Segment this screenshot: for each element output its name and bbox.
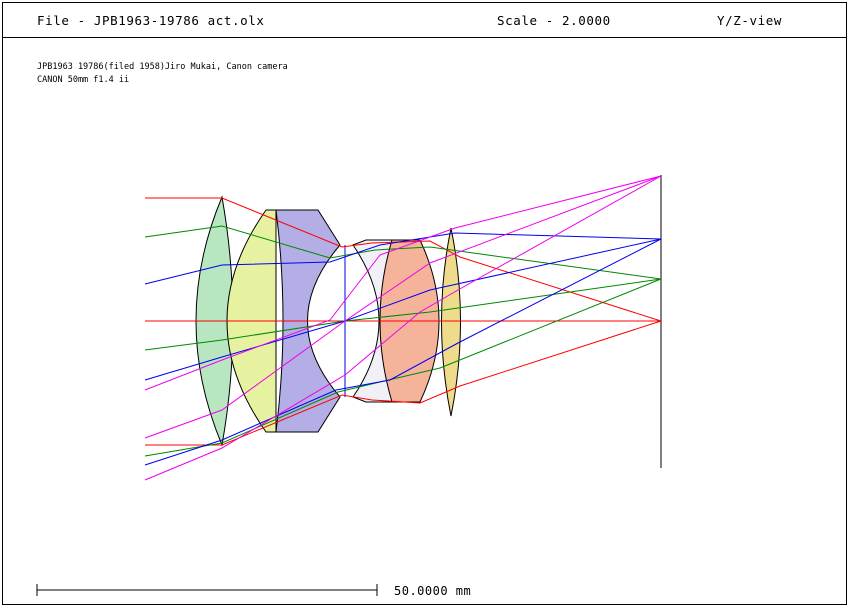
lens-layout-diagram [36, 175, 662, 596]
scale-bar-label: 50.0000 mm [394, 584, 472, 598]
